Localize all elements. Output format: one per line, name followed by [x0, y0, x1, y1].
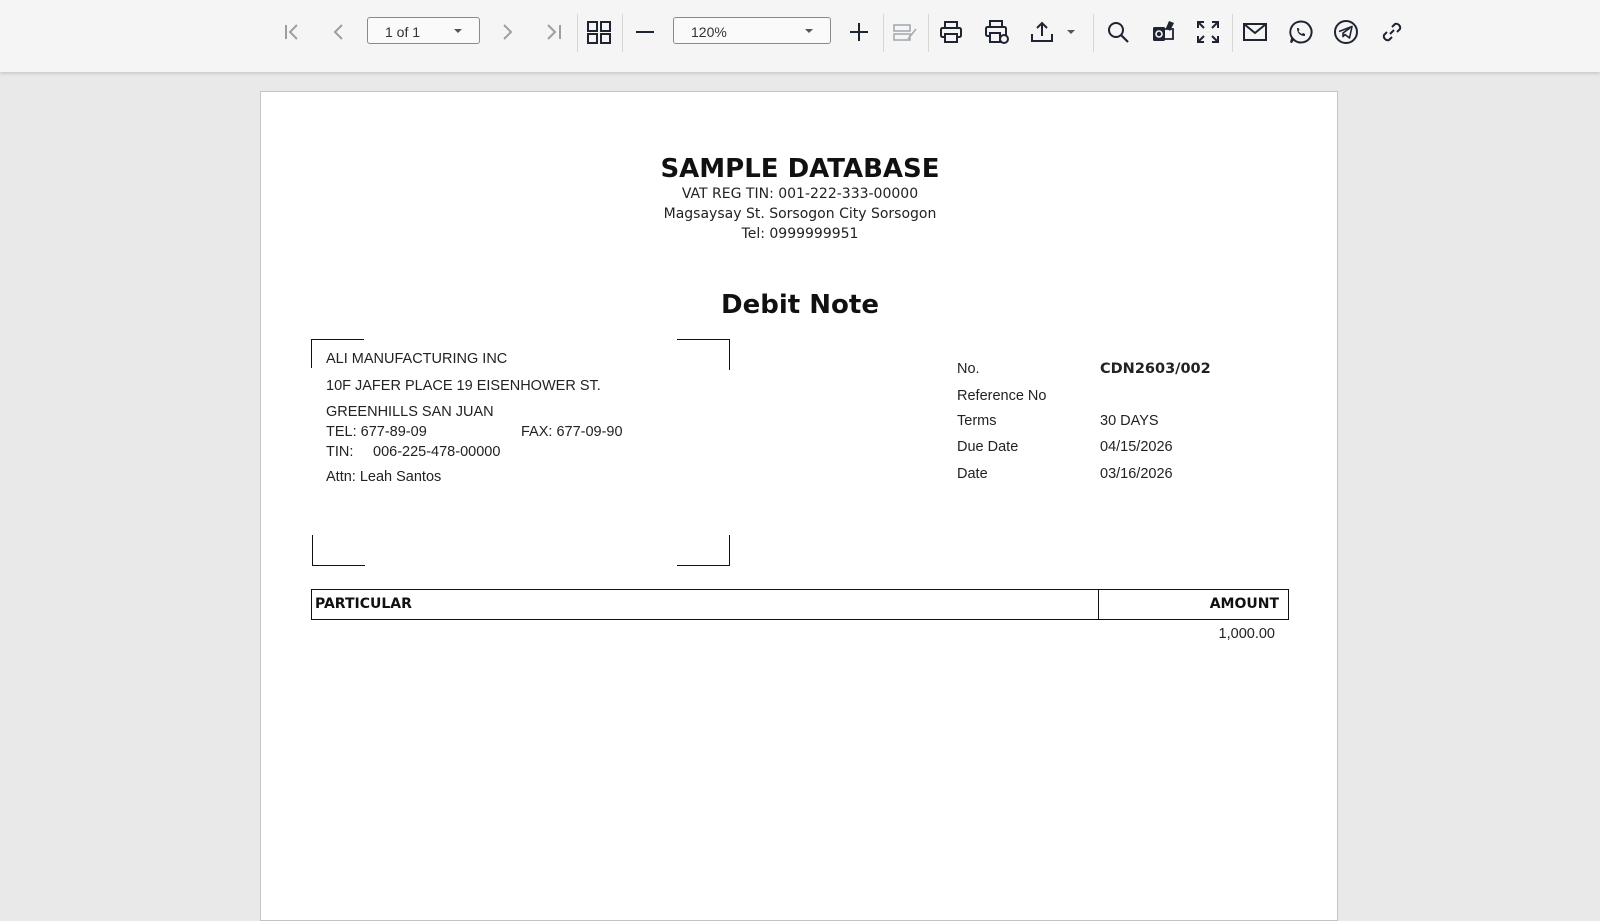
- search-icon: [1108, 22, 1129, 43]
- printer-settings-icon: [985, 20, 1009, 44]
- meta-value-date: 03/16/2026: [1100, 466, 1173, 482]
- meta-label-due-date: Due Date: [957, 439, 1019, 455]
- customer-tin: 006-225-478-00000: [373, 444, 501, 460]
- header-amount: AMOUNT: [1209, 596, 1279, 612]
- export-button[interactable]: [1024, 14, 1060, 50]
- customer-address-line2: GREENHILLS SAN JUAN: [326, 404, 494, 420]
- viewer-toolbar: 1 of 1 120%: [0, 0, 1600, 72]
- print-with-preview-button[interactable]: [979, 14, 1015, 50]
- zoom-out-button[interactable]: [627, 14, 663, 50]
- meta-label-date: Date: [957, 466, 988, 482]
- document-title: Debit Note: [721, 290, 879, 320]
- export-dropdown[interactable]: [1060, 14, 1082, 50]
- whatsapp-icon: [1289, 20, 1313, 44]
- customer-address-line1: 10F JAFER PLACE 19 EISENHOWER ST.: [326, 378, 601, 394]
- customer-attn: Attn: Leah Santos: [326, 469, 442, 485]
- last-page-button[interactable]: [535, 14, 571, 50]
- fullscreen-icon: [1197, 21, 1219, 43]
- chevron-down-icon: [805, 29, 813, 33]
- chevron-down-icon: [1067, 30, 1075, 34]
- meta-value-due-date: 04/15/2026: [1100, 439, 1173, 455]
- outlook-icon: [1153, 21, 1174, 41]
- plus-icon: [850, 23, 868, 41]
- minus-icon: [636, 31, 654, 33]
- address-corner-bottom-left: [312, 535, 365, 566]
- search-button[interactable]: [1100, 14, 1136, 50]
- telegram-icon: [1334, 20, 1358, 44]
- telegram-button[interactable]: [1328, 14, 1364, 50]
- first-page-button[interactable]: [275, 14, 311, 50]
- header-particular: PARTICULAR: [315, 596, 412, 612]
- meta-label-reference: Reference No: [957, 388, 1047, 404]
- row-amount: 1,000.00: [1218, 626, 1275, 642]
- company-address: Magsaysay St. Sorsogon City Sorsogon: [663, 206, 937, 222]
- upload-icon: [1031, 21, 1053, 42]
- zoom-level: 120%: [691, 24, 727, 40]
- link-icon: [1382, 22, 1402, 42]
- meta-value-terms: 30 DAYS: [1100, 413, 1159, 429]
- outlook-button[interactable]: [1145, 14, 1181, 50]
- address-corner-top-right: [677, 339, 730, 370]
- company-name: SAMPLE DATABASE: [660, 154, 940, 184]
- customer-tin-label: TIN:: [326, 444, 354, 460]
- meta-label-terms: Terms: [957, 413, 997, 429]
- document-page: SAMPLE DATABASE VAT REG TIN: 001-222-333…: [260, 91, 1338, 921]
- meta-label-number: No.: [957, 361, 980, 377]
- meta-value-number: CDN2603/002: [1100, 361, 1211, 377]
- edit-form-button[interactable]: [887, 14, 923, 50]
- edit-form-icon: [893, 24, 917, 41]
- items-table-header: PARTICULAR AMOUNT: [311, 589, 1289, 620]
- zoom-selector[interactable]: 120%: [673, 17, 831, 44]
- whatsapp-button[interactable]: [1283, 14, 1319, 50]
- copy-link-button[interactable]: [1374, 14, 1410, 50]
- print-button[interactable]: [933, 14, 969, 50]
- chevron-left-icon: [333, 24, 343, 40]
- first-page-icon: [285, 24, 298, 40]
- chevron-down-icon: [454, 29, 462, 33]
- last-page-icon: [547, 24, 561, 40]
- email-button[interactable]: [1237, 14, 1273, 50]
- fullscreen-button[interactable]: [1190, 14, 1226, 50]
- page-indicator: 1 of 1: [385, 24, 421, 40]
- customer-name: ALI MANUFACTURING INC: [326, 351, 508, 367]
- envelope-icon: [1243, 23, 1267, 41]
- page-selector[interactable]: 1 of 1: [367, 17, 480, 44]
- vat-reg-tin: VAT REG TIN: 001-222-333-00000: [681, 186, 919, 202]
- printer-icon: [940, 21, 962, 43]
- next-page-button[interactable]: [489, 14, 525, 50]
- thumbnails-icon: [587, 21, 611, 44]
- address-corner-bottom-right: [677, 535, 730, 566]
- customer-tel: TEL: 677-89-09: [326, 424, 427, 440]
- previous-page-button[interactable]: [321, 14, 357, 50]
- zoom-in-button[interactable]: [841, 14, 877, 50]
- chevron-right-icon: [503, 24, 513, 40]
- company-tel: Tel: 0999999951: [741, 226, 859, 242]
- thumbnails-button[interactable]: [581, 14, 617, 50]
- customer-fax: FAX: 677-09-90: [521, 424, 623, 440]
